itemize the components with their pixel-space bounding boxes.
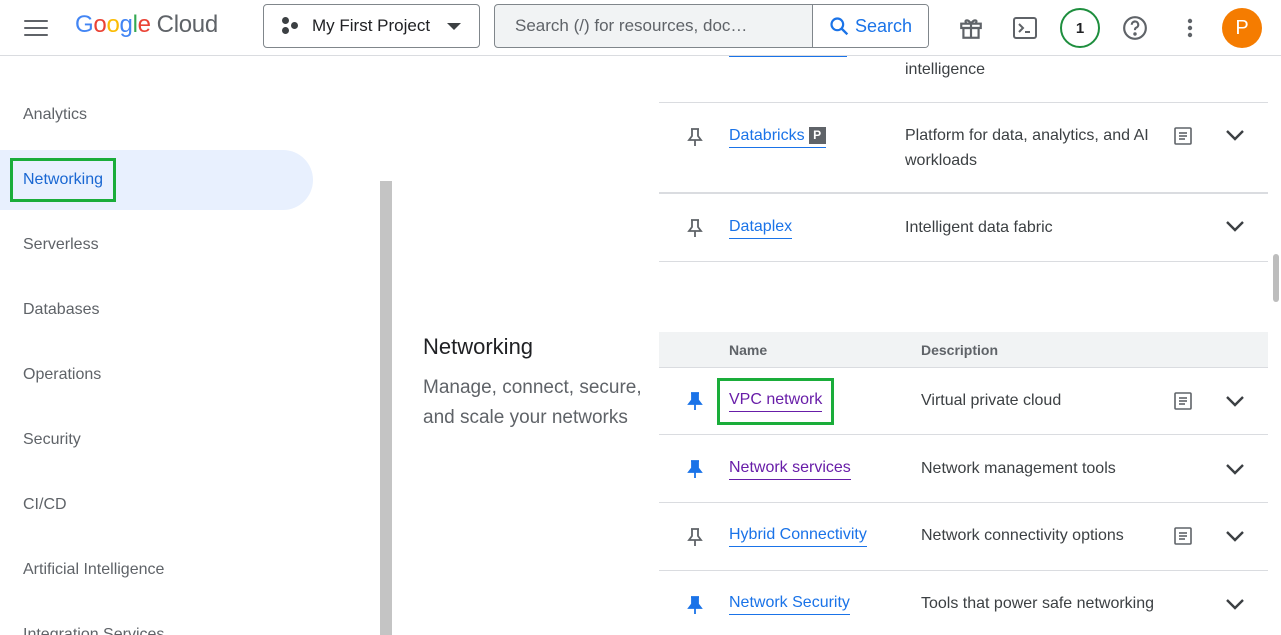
documentation-icon[interactable]: [1174, 527, 1192, 545]
table-header: Name Description: [659, 332, 1268, 368]
project-selector-button[interactable]: My First Project: [263, 4, 480, 48]
search-input[interactable]: [495, 5, 812, 47]
sidebar-item-label: CI/CD: [23, 496, 67, 513]
avatar-letter: P: [1222, 8, 1262, 48]
product-link-network-security[interactable]: Network Security: [729, 594, 850, 615]
sidebar-item-label: Security: [23, 431, 81, 448]
product-link-network-services[interactable]: Network services: [729, 459, 851, 480]
sidebar-item-label: Artificial Intelligence: [23, 561, 165, 578]
sidebar-item-analytics[interactable]: Analytics: [0, 85, 313, 145]
product-description: Virtual private cloud: [921, 392, 1062, 409]
sidebar-item-databases[interactable]: Databases: [0, 280, 313, 340]
chevron-down-icon[interactable]: [1225, 530, 1245, 542]
product-description: Network management tools: [921, 460, 1116, 477]
sidebar-item-label: Networking: [10, 158, 117, 202]
chevron-down-icon[interactable]: [1225, 129, 1245, 141]
notifications-badge[interactable]: 1: [1060, 8, 1100, 48]
sidebar-item-label: Databases: [23, 301, 100, 318]
pin-outline-icon[interactable]: [687, 127, 703, 147]
more-options-icon[interactable]: [1170, 8, 1210, 48]
sidebar-item-integration-services[interactable]: Integration Services: [0, 605, 313, 635]
pin-filled-icon[interactable]: [687, 459, 703, 479]
sidebar-scrollbar[interactable]: [380, 181, 392, 635]
pin-outline-icon[interactable]: [687, 527, 703, 547]
section-description: Manage, connect, secure, and scale your …: [423, 377, 642, 428]
column-header-name: Name: [729, 342, 768, 358]
section-title: Networking: [423, 334, 534, 359]
chevron-down-icon[interactable]: [1225, 395, 1245, 407]
pin-filled-icon[interactable]: [687, 595, 703, 615]
partner-badge: P: [808, 127, 826, 144]
sidebar-item-label: Serverless: [23, 236, 99, 253]
page-scrollbar[interactable]: [1273, 254, 1279, 302]
sidebar-item-security[interactable]: Security: [0, 410, 313, 470]
sidebar-item-cicd[interactable]: CI/CD: [0, 475, 313, 535]
search-bar: Search: [494, 4, 929, 48]
project-label: My First Project: [312, 16, 431, 35]
sidebar-item-label: Integration Services: [23, 626, 165, 635]
documentation-icon[interactable]: [1174, 127, 1192, 145]
help-icon[interactable]: [1115, 8, 1155, 48]
documentation-icon[interactable]: [1174, 392, 1192, 410]
sidebar-item-operations[interactable]: Operations: [0, 345, 313, 405]
pin-outline-icon[interactable]: [687, 218, 703, 238]
account-avatar[interactable]: P: [1222, 8, 1262, 48]
sidebar-item-serverless[interactable]: Serverless: [0, 215, 313, 275]
sidebar-item-artificial-intelligence[interactable]: Artificial Intelligence: [0, 540, 313, 600]
product-description: intelligence: [905, 61, 986, 78]
product-description: Platform for data, analytics, and AI wor…: [905, 127, 1149, 169]
product-row-network-security: Network Security Tools that power safe n…: [659, 571, 1268, 635]
product-description: Intelligent data fabric: [905, 219, 1053, 236]
product-row-network-services: Network services Network management tool…: [659, 436, 1268, 503]
product-row-hybrid-connectivity: Hybrid Connectivity Network connectivity…: [659, 503, 1268, 571]
gift-icon[interactable]: [951, 8, 991, 48]
product-link-hybrid-connectivity[interactable]: Hybrid Connectivity: [729, 526, 867, 547]
search-icon: [830, 17, 849, 36]
sidebar-item-networking[interactable]: Networking: [0, 150, 313, 210]
product-description: Network connectivity options: [921, 527, 1124, 544]
vpc-network-highlight: [717, 378, 834, 425]
search-button-label: Search: [854, 15, 913, 36]
sidebar-item-label: Operations: [23, 366, 102, 383]
chevron-down-icon[interactable]: [1225, 463, 1245, 475]
project-icon: [280, 16, 300, 36]
chevron-down-icon[interactable]: [1225, 598, 1245, 610]
product-row-dataplex: Dataplex Intelligent data fabric: [659, 195, 1268, 262]
dropdown-arrow-icon: [447, 23, 461, 30]
top-header: GoogleCloud My First Project Search 1: [0, 0, 1281, 56]
product-link-databricks[interactable]: Databricks P: [729, 127, 826, 148]
cloud-shell-icon[interactable]: [1005, 8, 1045, 48]
product-link-dataplex[interactable]: Dataplex: [729, 218, 793, 239]
category-sidebar: Analytics Networking Serverless Database…: [0, 57, 380, 635]
pin-filled-icon[interactable]: [687, 391, 703, 411]
product-row-databricks: Databricks P Platform for data, analytics…: [659, 103, 1268, 194]
chevron-down-icon[interactable]: [1225, 220, 1245, 232]
sidebar-item-label: Analytics: [23, 106, 88, 123]
column-header-description: Description: [921, 342, 999, 358]
product-description: Tools that power safe networking: [921, 595, 1155, 612]
hamburger-menu-icon[interactable]: [18, 14, 54, 42]
search-button[interactable]: Search: [812, 5, 928, 47]
notifications-count: 1: [1060, 8, 1100, 48]
google-cloud-logo[interactable]: Google Cloud: [75, 11, 218, 39]
product-row: intelligence: [659, 56, 1268, 103]
